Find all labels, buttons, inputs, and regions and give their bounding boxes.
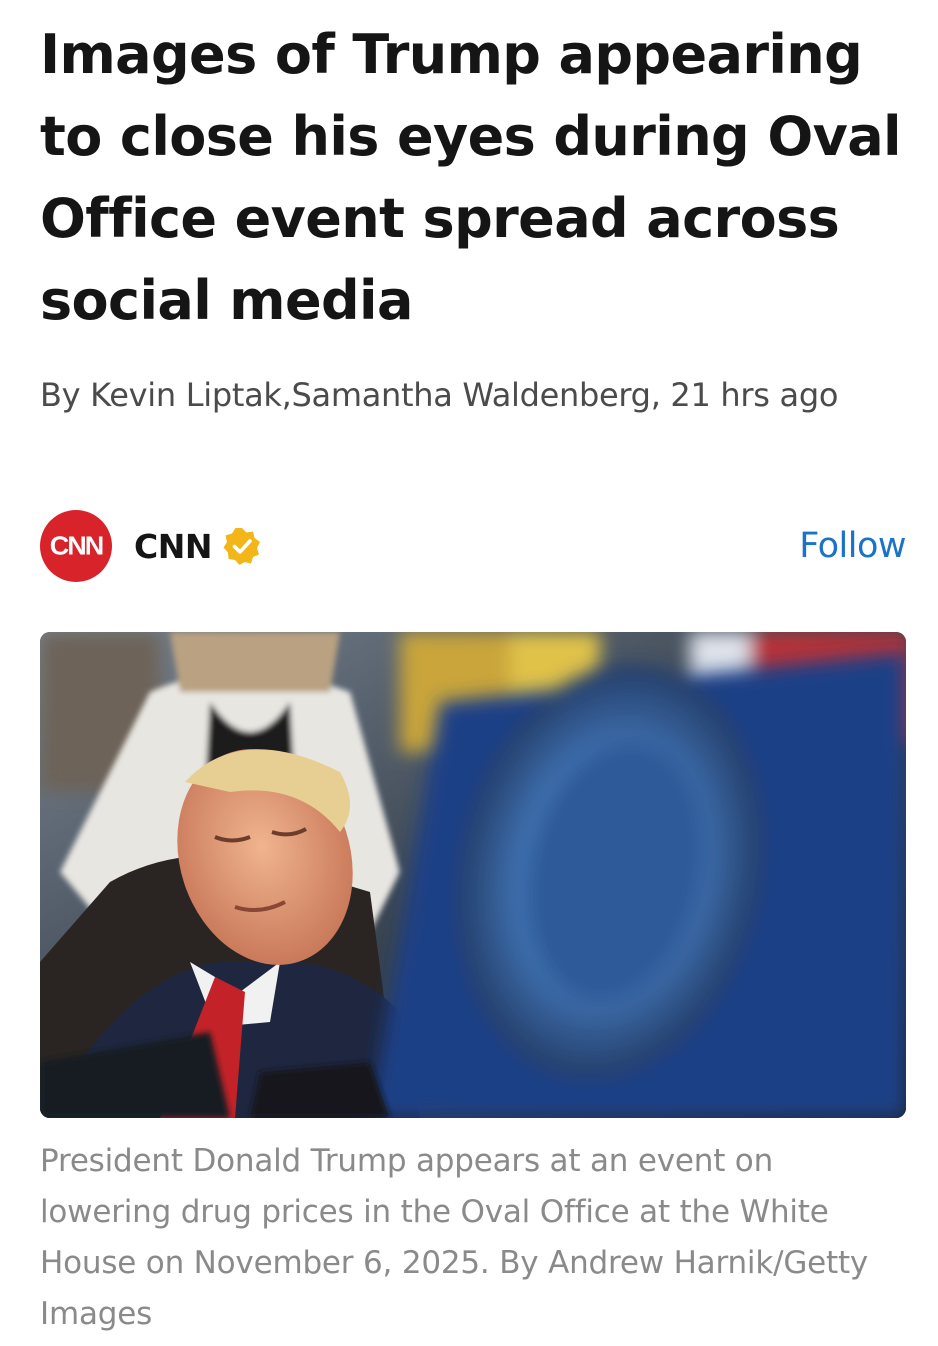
cnn-logo-text: CNN [49,531,104,560]
article-headline: Images of Trump appearing to close his e… [40,23,902,332]
source-row: CNN CNN Follow [40,510,906,582]
verified-badge-icon [222,526,262,566]
cnn-logo[interactable]: CNN [40,510,112,582]
source-name[interactable]: CNN [134,527,212,566]
follow-button[interactable]: Follow [799,526,906,566]
photo-caption: President Donald Trump appears at an eve… [40,1143,869,1332]
article-byline: By Kevin Liptak,Samantha Waldenberg, 21 … [40,376,839,414]
photo-illustration [40,632,906,1118]
article-photo[interactable] [40,632,906,1118]
